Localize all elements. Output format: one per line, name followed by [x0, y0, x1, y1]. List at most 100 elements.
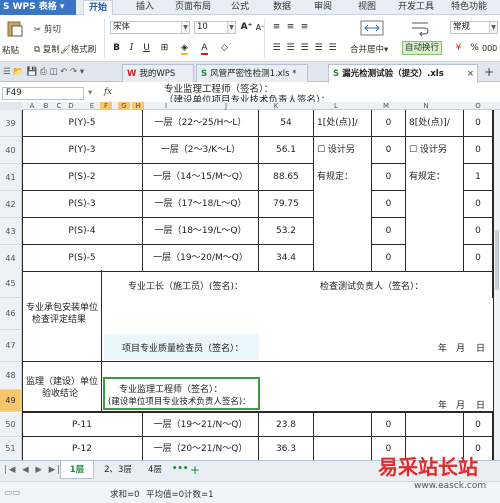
column-header[interactable]: E: [86, 102, 98, 110]
spec-cell-2[interactable]: [406, 191, 464, 218]
paste-icon[interactable]: [6, 19, 24, 37]
value-cell[interactable]: 79.75: [259, 191, 314, 218]
row-header[interactable]: 39: [0, 110, 22, 137]
count-cell-1[interactable]: 0: [372, 191, 406, 218]
system-cell[interactable]: P-12: [22, 437, 143, 461]
justify-icon[interactable]: ☰: [312, 42, 325, 55]
column-header[interactable]: H: [132, 102, 144, 110]
name-box[interactable]: F49: [2, 87, 84, 100]
row-header[interactable]: 50: [0, 413, 22, 437]
font-color-icon[interactable]: A: [198, 42, 211, 55]
doc-tab-leak-test[interactable]: S 风管严密性检测1.xls *: [196, 64, 308, 82]
merge-center-icon[interactable]: [360, 19, 384, 37]
count-cell-2[interactable]: 0: [464, 110, 493, 137]
copy-button[interactable]: ⧉ 复制: [34, 43, 60, 55]
row-header[interactable]: 45: [0, 270, 22, 298]
spec-cell-2[interactable]: [406, 413, 464, 437]
value-cell[interactable]: 88.65: [259, 164, 314, 191]
count-cell-1[interactable]: 0: [372, 110, 406, 137]
vertical-scrollbar[interactable]: [494, 110, 500, 461]
align-bottom-icon[interactable]: ≡: [298, 21, 311, 34]
menu-data[interactable]: 数据: [273, 0, 291, 15]
column-header[interactable]: B: [40, 102, 52, 110]
row-header[interactable]: 47: [0, 330, 22, 362]
system-cell[interactable]: P(S)-2: [22, 164, 143, 191]
menu-icon[interactable]: ☰: [3, 67, 13, 77]
floor-cell[interactable]: 一层（2～3/K～L）: [143, 137, 259, 164]
column-header[interactable]: D: [65, 102, 77, 110]
sheet-tab-1[interactable]: 1层: [60, 461, 94, 479]
doc-tab-my-wps[interactable]: W 我的WPS: [122, 64, 194, 82]
column-header[interactable]: K: [270, 102, 282, 110]
font-name-select[interactable]: 宋体 ▼: [110, 21, 190, 34]
floor-cell[interactable]: 一层（18～19/L～Q）: [143, 218, 259, 245]
fx-button[interactable]: fx: [104, 87, 112, 97]
select-all-corner[interactable]: [0, 102, 22, 110]
count-cell-1[interactable]: 0: [372, 245, 406, 272]
menu-view[interactable]: 视图: [358, 0, 376, 15]
menu-review[interactable]: 审阅: [314, 0, 332, 15]
row-header[interactable]: 41: [0, 164, 22, 191]
shrink-font-icon[interactable]: A⁻: [254, 21, 267, 34]
blank-cell[interactable]: [102, 298, 493, 330]
spec-cell-1[interactable]: ☐ 设计另: [314, 137, 372, 164]
currency-icon[interactable]: ¥: [452, 42, 465, 55]
value-cell[interactable]: 23.8: [259, 413, 314, 437]
column-header[interactable]: L: [330, 102, 342, 110]
system-cell[interactable]: P-11: [22, 413, 143, 437]
wrap-text-icon[interactable]: [410, 19, 430, 37]
column-header[interactable]: J: [220, 102, 232, 110]
column-header[interactable]: F: [100, 102, 112, 110]
foreman-signature-cell[interactable]: 专业工长（施工员）(签名)： 检查测试负责人（签名）：: [102, 270, 493, 298]
menu-developer[interactable]: 开发工具: [398, 0, 434, 15]
percent-icon[interactable]: %: [468, 42, 481, 55]
align-center-icon[interactable]: ☰: [284, 42, 297, 55]
comma-icon[interactable]: 000: [482, 42, 497, 55]
undo-icon[interactable]: ↶: [60, 67, 70, 77]
spreadsheet-grid[interactable]: 39 P(Y)-5 一层（22～25/H～L） 54 1[处(点)]/0 8[处(点)]/…: [0, 110, 500, 461]
menu-formula[interactable]: 公式: [231, 0, 249, 15]
sheet-tab-3[interactable]: 4层: [142, 461, 168, 479]
format-painter-button[interactable]: 🖌格式刷: [60, 43, 96, 55]
column-header[interactable]: A: [26, 102, 38, 110]
system-cell[interactable]: P(S)-3: [22, 191, 143, 218]
row-header[interactable]: 44: [0, 245, 22, 272]
add-sheet-icon[interactable]: +: [190, 463, 200, 477]
save-icon[interactable]: 💾: [27, 67, 40, 77]
value-cell[interactable]: 54: [259, 110, 314, 137]
system-cell[interactable]: P(Y)-3: [22, 137, 143, 164]
column-header[interactable]: I: [160, 102, 172, 110]
row-header[interactable]: 51: [0, 437, 22, 461]
align-left-icon[interactable]: ☰: [270, 42, 283, 55]
column-header[interactable]: G: [118, 102, 130, 110]
menu-insert[interactable]: 插入: [136, 0, 154, 15]
row-header[interactable]: 43: [0, 218, 22, 245]
fill-color-icon[interactable]: ◈: [178, 42, 191, 55]
font-size-select[interactable]: 10 ▼: [194, 21, 236, 34]
bold-icon[interactable]: B: [110, 42, 123, 55]
number-format-select[interactable]: 常规 ▼: [450, 21, 498, 34]
underline-icon[interactable]: U: [140, 42, 153, 55]
row-header[interactable]: 46: [0, 298, 22, 330]
column-header[interactable]: O: [472, 102, 484, 110]
chevron-down-icon[interactable]: ▾: [88, 88, 92, 98]
chevron-down-icon[interactable]: ▾: [80, 67, 84, 77]
clear-format-icon[interactable]: ◇: [218, 42, 231, 55]
app-menu-button[interactable]: S WPS 表格 ▾: [0, 0, 76, 15]
column-header[interactable]: C: [53, 102, 65, 110]
wrap-text-button[interactable]: 自动换行: [402, 41, 443, 55]
menu-home[interactable]: 开始: [83, 0, 113, 15]
doc-tab-light-leak[interactable]: S 漏光检测试验（提交）.xls ×: [328, 64, 478, 83]
new-tab-icon[interactable]: +: [484, 65, 494, 79]
spec-cell-2[interactable]: 有规定：: [406, 164, 464, 191]
align-right-icon[interactable]: ☰: [298, 42, 311, 55]
spec-cell-1[interactable]: [314, 218, 372, 245]
row-header[interactable]: 48: [0, 362, 22, 390]
spec-cell-2[interactable]: 8[处(点)]/: [406, 110, 464, 137]
system-cell[interactable]: P(S)-5: [22, 245, 143, 272]
count-cell-1[interactable]: 0: [372, 164, 406, 191]
contractor-label-cell[interactable]: 专业承包安装单位 检查评定结果: [22, 270, 102, 362]
merge-center-button[interactable]: 合并居中▾: [350, 43, 388, 55]
value-cell[interactable]: 56.1: [259, 137, 314, 164]
count-cell-2[interactable]: 0: [464, 191, 493, 218]
